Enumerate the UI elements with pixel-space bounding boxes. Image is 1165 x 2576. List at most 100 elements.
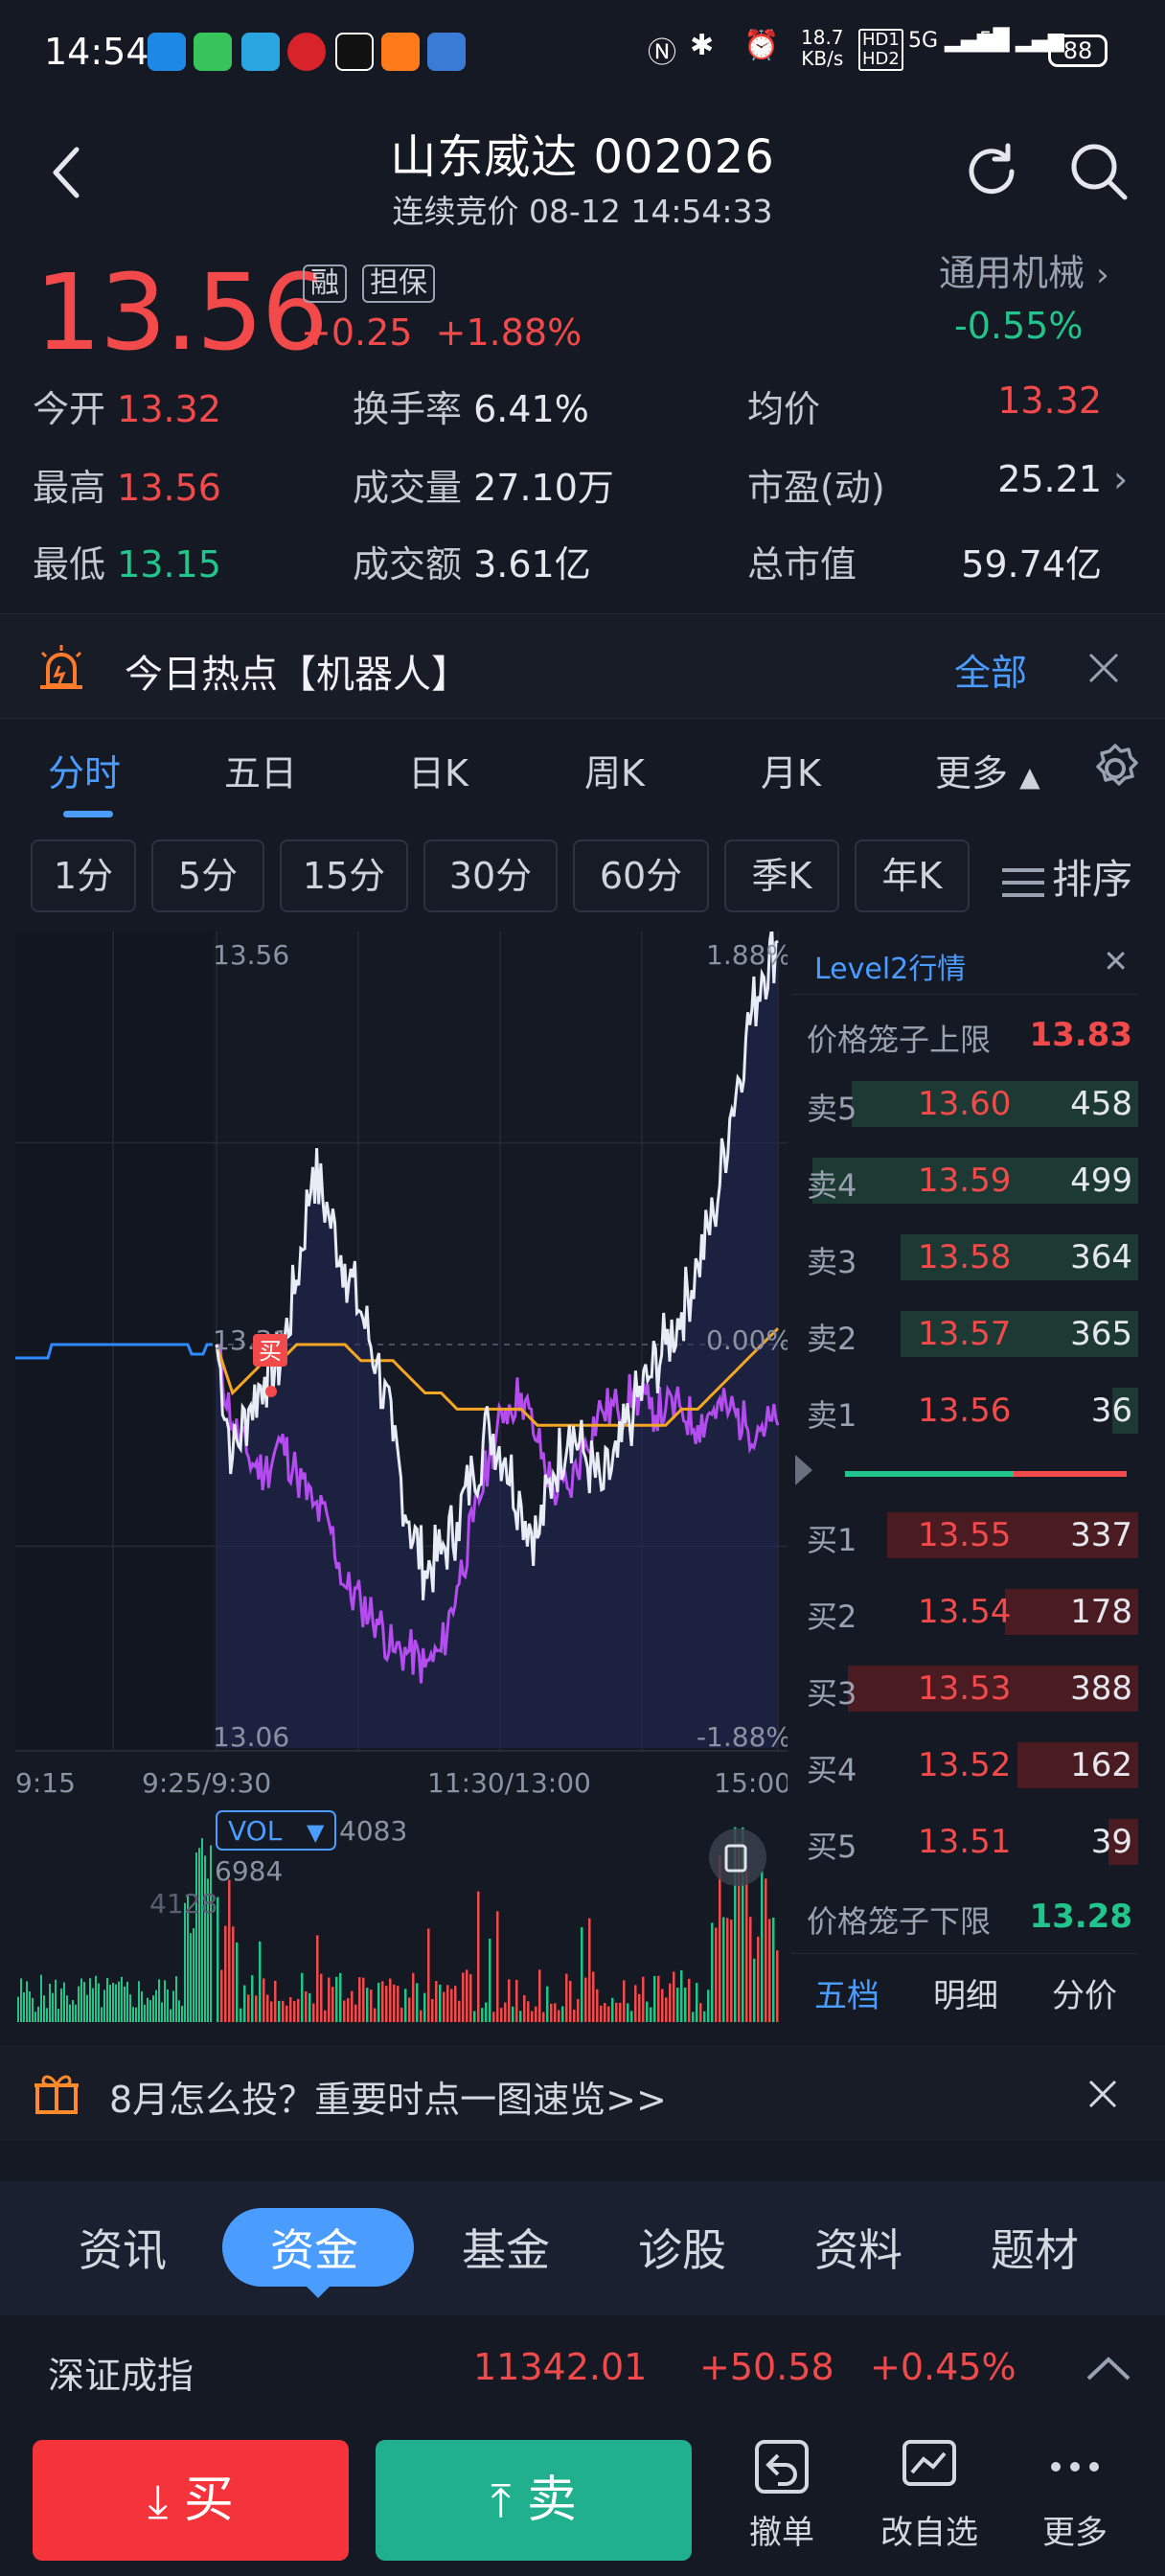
chevron-up-icon[interactable] xyxy=(1085,2354,1132,2382)
volume-bar xyxy=(158,1979,160,2022)
volume-bar xyxy=(343,2000,346,2022)
cancel-order-button[interactable]: 撤单 xyxy=(724,2436,839,2553)
volume-bar xyxy=(89,1978,91,2022)
sort-button[interactable]: 排序 xyxy=(1002,847,1132,906)
banner-close-icon[interactable] xyxy=(1088,2080,1117,2108)
level-volume: 178 xyxy=(1070,1593,1132,1631)
tab-monthly-k[interactable]: 月K xyxy=(761,744,821,796)
volume-bar xyxy=(657,1975,660,2022)
period-30min[interactable]: 30分 xyxy=(423,840,558,912)
subtab-five-levels[interactable]: 五档 xyxy=(814,1969,879,2016)
tab-daily-k[interactable]: 日K xyxy=(408,744,468,796)
volume-bar xyxy=(673,1971,675,2022)
hot-topic-all-link[interactable]: 全部 xyxy=(954,643,1027,696)
bid-row[interactable]: 买3 13.53 388 xyxy=(791,1660,1138,1719)
volume-bar xyxy=(331,1987,334,2022)
intraday-chart[interactable]: 13.56 13.31 13.06 1.88% 0.00% -1.88% 买 9… xyxy=(0,927,791,2024)
volume-bar xyxy=(711,1922,714,2022)
volume-bar xyxy=(155,1990,157,2022)
stock-header: 山东威达 002026 连续竞价 08-12 14:54:33 xyxy=(0,105,1165,230)
bid-row[interactable]: 买2 13.54 178 xyxy=(791,1583,1138,1643)
status-bar: 14:54 Ⓝ ✱ ⏰ 18.7 KB/s HD1 HD2 5G ▂▄▆█ 5G ▂… xyxy=(0,0,1165,105)
subtab-price-split[interactable]: 分价 xyxy=(1052,1969,1117,2016)
network-speed: 18.7 KB/s xyxy=(801,26,844,70)
chart-tabs: 分时 五日 日K 周K 月K 更多 ▲ xyxy=(0,721,1165,822)
alarm-icon: ⏰ xyxy=(743,29,780,62)
volume-bar xyxy=(561,2006,564,2022)
volume-bar xyxy=(508,1979,511,2022)
stat-pe[interactable]: 市盈(动) 25.21 xyxy=(747,458,1102,511)
subtab-details[interactable]: 明细 xyxy=(933,1969,998,2016)
edit-watchlist-button[interactable]: 改自选 xyxy=(872,2436,987,2553)
gear-icon[interactable] xyxy=(1088,742,1142,795)
active-tab-pointer xyxy=(305,2285,331,2298)
period-15min[interactable]: 15分 xyxy=(280,840,408,912)
ask-row[interactable]: 卖1 13.56 36 xyxy=(791,1382,1138,1441)
level2-subtabs: 五档 明细 分价 xyxy=(791,1953,1138,2022)
tab-fund[interactable]: 基金 xyxy=(462,2216,550,2279)
tab-intraday[interactable]: 分时 xyxy=(48,744,121,796)
volume-bar xyxy=(523,1995,526,2022)
bid-row[interactable]: 买4 13.52 162 xyxy=(791,1736,1138,1796)
volume-bar xyxy=(201,1838,203,2022)
refresh-icon[interactable] xyxy=(960,140,1023,203)
volume-bar xyxy=(286,2005,288,2022)
buy-button[interactable]: ⤓ 买 xyxy=(33,2440,349,2561)
volume-bar xyxy=(462,1972,465,2022)
sell-arrow-icon: ⤒ xyxy=(491,2474,512,2528)
level-price: 13.55 xyxy=(918,1516,1012,1554)
volume-bar xyxy=(240,2008,242,2022)
buy-arrow-icon: ⤓ xyxy=(148,2474,169,2528)
tab-funds-flow[interactable]: 资金 xyxy=(270,2216,358,2279)
period-year-k[interactable]: 年K xyxy=(855,840,970,912)
tab-news[interactable]: 资讯 xyxy=(79,2216,167,2279)
vol-mid-label: 4128 xyxy=(149,1888,217,1920)
app-notification-icon xyxy=(148,33,186,71)
ask-row[interactable]: 卖5 13.60 458 xyxy=(791,1075,1138,1135)
search-icon[interactable] xyxy=(1067,140,1131,203)
period-60min[interactable]: 60分 xyxy=(573,840,709,912)
close-icon[interactable] xyxy=(1088,653,1119,683)
volume-bar xyxy=(630,2011,633,2022)
ask-row[interactable]: 卖4 13.59 499 xyxy=(791,1152,1138,1211)
volume-bar xyxy=(692,2012,695,2022)
industry-link[interactable]: 通用机械 › xyxy=(939,243,1109,296)
tab-more[interactable]: 更多 ▲ xyxy=(935,744,1040,796)
volume-bar xyxy=(181,2005,183,2022)
volume-bar xyxy=(40,1974,42,2022)
volume-bar xyxy=(515,1979,518,2022)
hd-indicator: HD1 HD2 xyxy=(858,29,903,71)
index-ticker[interactable]: 深证成指 11342.01 +50.58 +0.45% xyxy=(0,2315,1165,2421)
tab-profile[interactable]: 资料 xyxy=(814,2216,902,2279)
level2-close-icon[interactable]: ✕ xyxy=(1103,943,1129,979)
volume-bar xyxy=(354,2004,357,2022)
expand-arrow-icon[interactable] xyxy=(791,1451,814,1489)
bid-row[interactable]: 买5 13.51 39 xyxy=(791,1813,1138,1873)
rotate-screen-button[interactable] xyxy=(709,1828,766,1886)
tab-five-day[interactable]: 五日 xyxy=(224,744,297,796)
sell-button[interactable]: ⤒ 卖 xyxy=(376,2440,692,2561)
promo-banner[interactable]: 8月怎么投？重要时点一图速览>> xyxy=(0,2045,1165,2141)
volume-bar xyxy=(147,1997,148,2022)
tab-diagnosis[interactable]: 诊股 xyxy=(638,2216,726,2279)
tab-theme[interactable]: 题材 xyxy=(991,2216,1079,2279)
volume-bar xyxy=(195,1852,197,2022)
period-1min[interactable]: 1分 xyxy=(31,840,136,912)
more-button[interactable]: 更多 xyxy=(1017,2436,1132,2553)
bid-row[interactable]: 买1 13.55 337 xyxy=(791,1506,1138,1566)
volume-bar xyxy=(569,1980,572,2022)
tab-weekly-k[interactable]: 周K xyxy=(584,744,645,796)
ask-row[interactable]: 卖3 13.58 364 xyxy=(791,1229,1138,1288)
ask-row[interactable]: 卖2 13.57 365 xyxy=(791,1305,1138,1365)
volume-bar xyxy=(696,1983,698,2022)
hot-topic-bar[interactable]: 今日热点【机器人】 全部 xyxy=(0,613,1165,719)
period-5min[interactable]: 5分 xyxy=(151,840,264,912)
volume-bar xyxy=(339,1972,342,2022)
period-quarter-k[interactable]: 季K xyxy=(724,840,839,912)
volume-bar xyxy=(466,1969,468,2022)
stat-high: 最高 13.56 xyxy=(33,467,221,509)
stats-expand-chevron-icon[interactable]: › xyxy=(1113,458,1128,500)
volume-bar xyxy=(450,1989,453,2022)
level-label: 卖2 xyxy=(807,1321,857,1357)
stat-avg-price: 均价 13.32 xyxy=(747,380,1102,430)
